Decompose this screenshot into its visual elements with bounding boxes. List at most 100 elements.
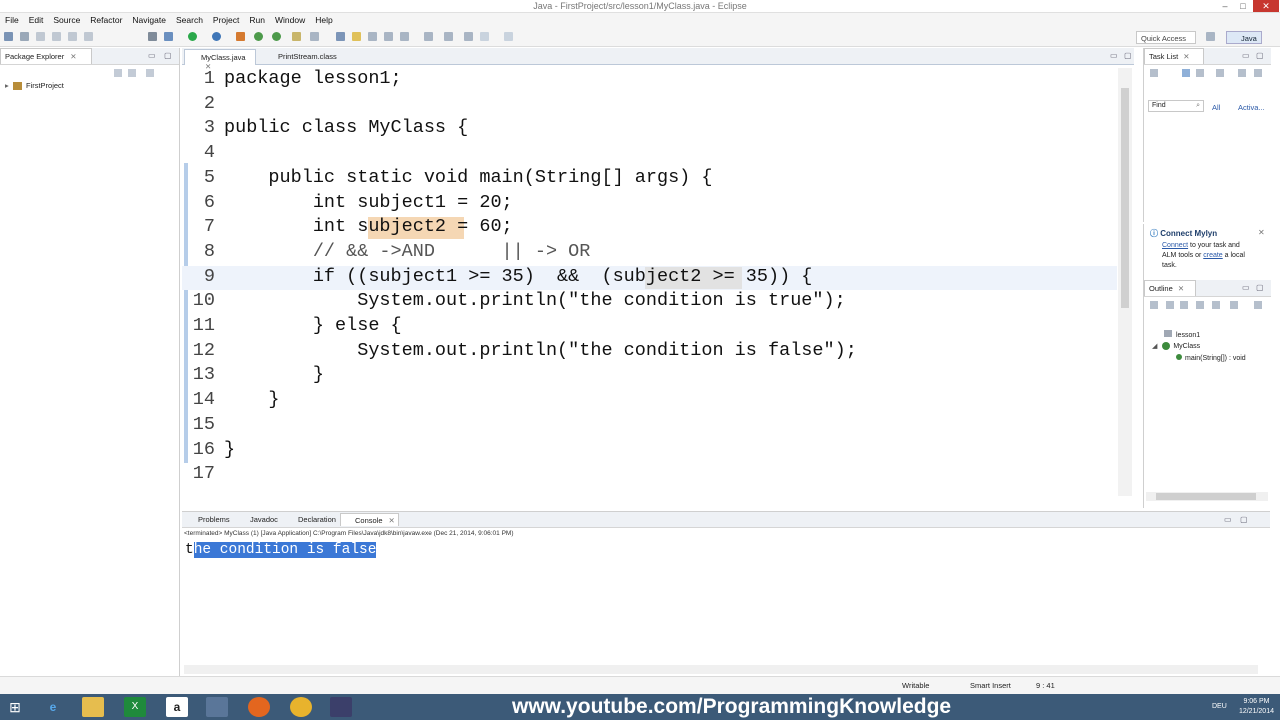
maximize-icon[interactable]: ▢ (164, 51, 172, 60)
expand-icon[interactable]: ▸ (5, 81, 9, 90)
menu-file[interactable]: File (0, 13, 24, 27)
tab-declaration[interactable]: Declaration (284, 514, 339, 525)
menu-help[interactable]: Help (310, 13, 337, 27)
hide-local-types-icon[interactable] (1230, 301, 1238, 309)
scheduled-icon[interactable] (1196, 69, 1204, 77)
menu-source[interactable]: Source (48, 13, 85, 27)
collapse-all-icon[interactable] (114, 69, 122, 77)
tab-package-explorer[interactable]: Package Explorer ✕ (0, 48, 92, 64)
collapse-all-icon[interactable] (1150, 301, 1158, 309)
prev-annotation-icon[interactable] (444, 32, 453, 41)
close-icon[interactable]: ✕ (70, 52, 76, 61)
new-java-project-icon[interactable] (236, 32, 245, 41)
firefox-icon[interactable] (248, 697, 270, 717)
external-tools-icon[interactable] (212, 32, 221, 41)
toggle-icon[interactable] (84, 32, 93, 41)
block-icon[interactable] (384, 32, 393, 41)
forward-icon[interactable] (504, 32, 513, 41)
open-type-icon[interactable] (292, 32, 301, 41)
hide-nonpublic-icon[interactable] (1212, 301, 1220, 309)
internet-explorer-icon[interactable]: e (42, 697, 64, 717)
minimize-icon[interactable]: ▭ (1242, 51, 1250, 60)
close-icon[interactable]: ✕ (389, 516, 395, 525)
collapse-icon[interactable] (1238, 69, 1246, 77)
excel-icon[interactable]: X (124, 697, 146, 717)
maximize-icon[interactable]: ▢ (1256, 51, 1264, 60)
toggle-mark-icon[interactable] (336, 32, 345, 41)
new-class-icon[interactable] (272, 32, 281, 41)
whitespace-icon[interactable] (368, 32, 377, 41)
menu-search[interactable]: Search (171, 13, 208, 27)
last-edit-icon[interactable] (464, 32, 473, 41)
tab-problems[interactable]: Problems (184, 514, 233, 525)
tab-task-list[interactable]: Task List ✕ (1144, 48, 1204, 64)
minimize-button[interactable]: – (1216, 0, 1234, 12)
new-icon[interactable] (4, 32, 13, 41)
file-explorer-icon[interactable] (82, 697, 104, 717)
quick-access-field[interactable]: Quick Access (1136, 31, 1196, 44)
sync-icon[interactable] (1254, 69, 1262, 77)
console-scrollbar[interactable] (184, 665, 1258, 674)
format-icon[interactable] (400, 32, 409, 41)
console-output[interactable]: the condition is false (185, 542, 377, 558)
minimize-icon[interactable]: ▭ (1242, 283, 1250, 292)
hide-static-icon[interactable] (1196, 301, 1204, 309)
outline-scrollbar[interactable] (1146, 492, 1268, 501)
code-editor[interactable]: 1 package lesson1; 2 3 public class MyClas… (182, 68, 1117, 498)
outline-item-package[interactable]: lesson1 (1164, 330, 1200, 339)
highlight-icon[interactable] (352, 32, 361, 41)
search-icon[interactable]: ⌕ (1196, 102, 1200, 110)
tree-item-project[interactable]: ▸ FirstProject (5, 81, 64, 91)
java-perspective-button[interactable]: Java (1226, 31, 1262, 44)
search-icon[interactable] (310, 32, 319, 41)
categorized-icon[interactable] (1182, 69, 1190, 77)
close-icon[interactable]: ✕ (1178, 284, 1184, 293)
close-icon[interactable]: ✕ (1258, 228, 1265, 237)
maximize-icon[interactable]: ▢ (1256, 283, 1264, 292)
menu-run[interactable]: Run (244, 13, 270, 27)
view-menu-icon[interactable] (1254, 301, 1262, 309)
maximize-icon[interactable]: ▢ (1240, 515, 1248, 524)
open-perspective-icon[interactable] (1206, 32, 1215, 41)
tab-outline[interactable]: Outline ✕ (1144, 280, 1196, 296)
menu-window[interactable]: Window (270, 13, 310, 27)
start-icon[interactable]: ⊞ (4, 697, 26, 717)
save-icon[interactable] (20, 32, 29, 41)
link-editor-icon[interactable] (128, 69, 136, 77)
minimize-icon[interactable]: ▭ (1224, 515, 1232, 524)
view-menu-icon[interactable] (146, 69, 154, 77)
menu-edit[interactable]: Edit (24, 13, 49, 27)
skip-breakpoints-icon[interactable] (148, 32, 157, 41)
properties-icon[interactable] (68, 32, 77, 41)
eclipse-icon[interactable] (330, 697, 352, 717)
new-package-icon[interactable] (254, 32, 263, 41)
maximize-icon[interactable]: ▢ (1124, 51, 1132, 60)
next-annotation-icon[interactable] (424, 32, 433, 41)
outline-item-class[interactable]: ◢ MyClass (1152, 342, 1200, 351)
amazon-icon[interactable]: a (166, 697, 188, 717)
task-find-field[interactable]: Find ⌕ (1148, 100, 1204, 112)
menu-project[interactable]: Project (208, 13, 244, 27)
save-all-icon[interactable] (36, 32, 45, 41)
editor-scrollbar[interactable] (1118, 68, 1132, 496)
outline-item-method[interactable]: main(String[]) : void (1176, 354, 1246, 362)
maximize-button[interactable]: □ (1234, 0, 1252, 12)
collapse-icon[interactable]: ◢ (1152, 343, 1157, 350)
focus-icon[interactable] (1216, 69, 1224, 77)
run-icon[interactable] (188, 32, 197, 41)
connect-link[interactable]: Connect (1162, 242, 1188, 249)
scroll-thumb[interactable] (1121, 88, 1129, 308)
tab-console[interactable]: Console ✕ (340, 513, 399, 526)
scroll-thumb[interactable] (1156, 493, 1256, 500)
menu-refactor[interactable]: Refactor (85, 13, 127, 27)
create-link[interactable]: create (1203, 252, 1222, 259)
app-icon[interactable] (206, 697, 228, 717)
language-indicator[interactable]: DEU (1212, 703, 1227, 710)
hide-fields-icon[interactable] (1180, 301, 1188, 309)
tab-myclass-java[interactable]: MyClass.java ✕ (184, 49, 256, 71)
chrome-icon[interactable] (290, 697, 312, 717)
new-task-icon[interactable] (1150, 69, 1158, 77)
all-link[interactable]: All (1212, 103, 1220, 112)
back-icon[interactable] (480, 32, 489, 41)
system-clock[interactable]: 9:06 PM 12/21/2014 (1239, 697, 1274, 717)
